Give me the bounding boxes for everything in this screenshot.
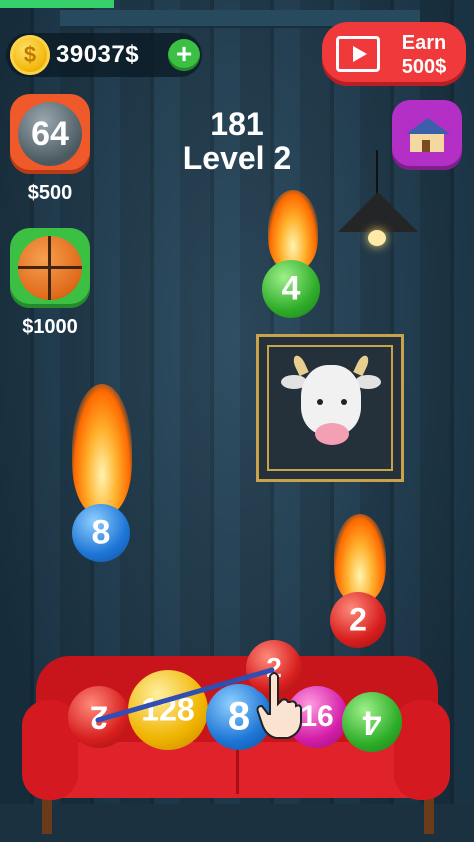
connect-line-segment — [95, 667, 275, 723]
pointer-hand-icon — [256, 672, 302, 739]
connect-line — [95, 667, 275, 723]
